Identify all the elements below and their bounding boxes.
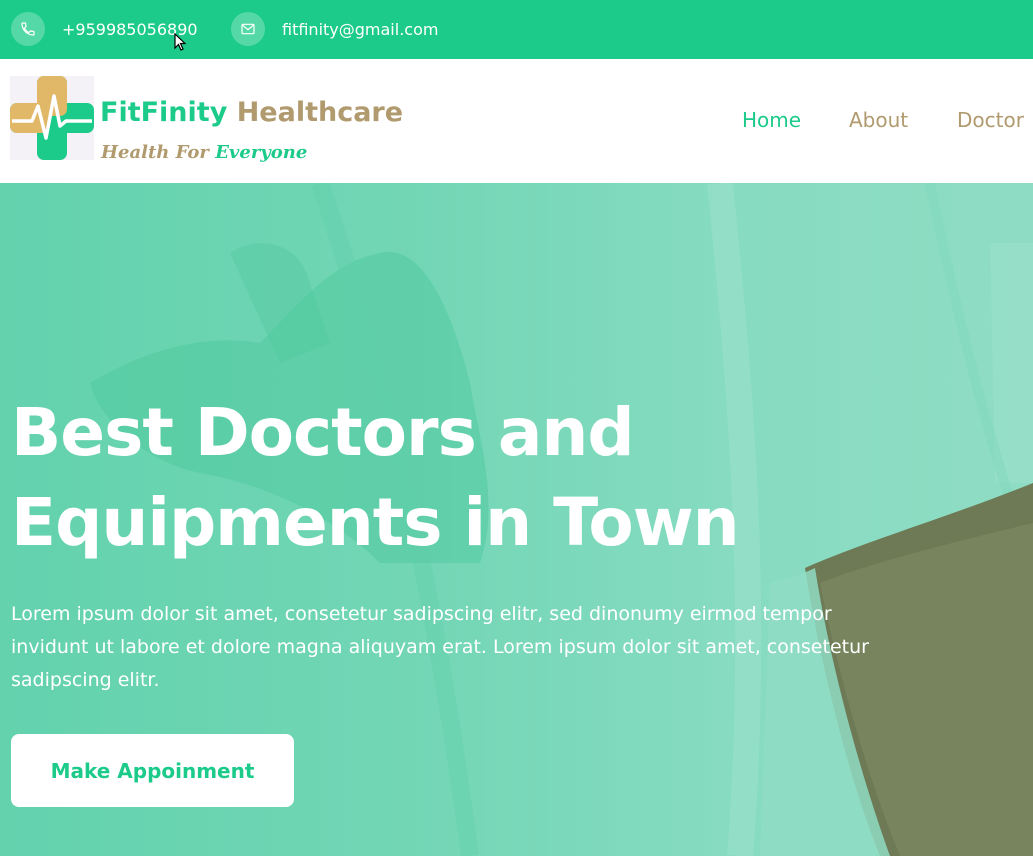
- mail-icon: [231, 12, 265, 46]
- logo[interactable]: [10, 76, 94, 160]
- tagline-part1: Health For: [101, 142, 216, 163]
- hero-section: Best Doctors and Equipments in Town Lore…: [0, 183, 1033, 856]
- mouse-cursor-icon: [174, 33, 187, 51]
- brand-tagline: Health For Everyone: [101, 142, 307, 163]
- top-contact-bar: +959985056890 fitfinity@gmail.com: [0, 0, 1033, 59]
- phone-contact[interactable]: +959985056890: [11, 12, 198, 46]
- nav-doctor[interactable]: Doctor: [957, 108, 1024, 132]
- email-contact[interactable]: fitfinity@gmail.com: [231, 12, 438, 46]
- brand-name[interactable]: FitFinity Healthcare: [100, 97, 403, 128]
- site-header: FitFinity Healthcare Health For Everyone…: [0, 59, 1033, 183]
- nav-about[interactable]: About: [849, 108, 908, 132]
- phone-icon: [11, 12, 45, 46]
- nav-home[interactable]: Home: [742, 108, 801, 132]
- email-address: fitfinity@gmail.com: [282, 19, 439, 39]
- hero-title-line1: Best Doctors and: [11, 394, 635, 471]
- tagline-part2: Everyone: [215, 142, 308, 163]
- brand-name-part1: FitFinity: [100, 97, 237, 128]
- hero-title: Best Doctors and Equipments in Town: [11, 388, 831, 568]
- hero-title-line2: Equipments in Town: [11, 484, 740, 561]
- brand-name-part2: Healthcare: [236, 97, 404, 128]
- make-appointment-button[interactable]: Make Appoinment: [11, 734, 294, 807]
- medical-cross-heartbeat-icon: [10, 76, 94, 160]
- hero-description: Lorem ipsum dolor sit amet, consetetur s…: [11, 603, 869, 691]
